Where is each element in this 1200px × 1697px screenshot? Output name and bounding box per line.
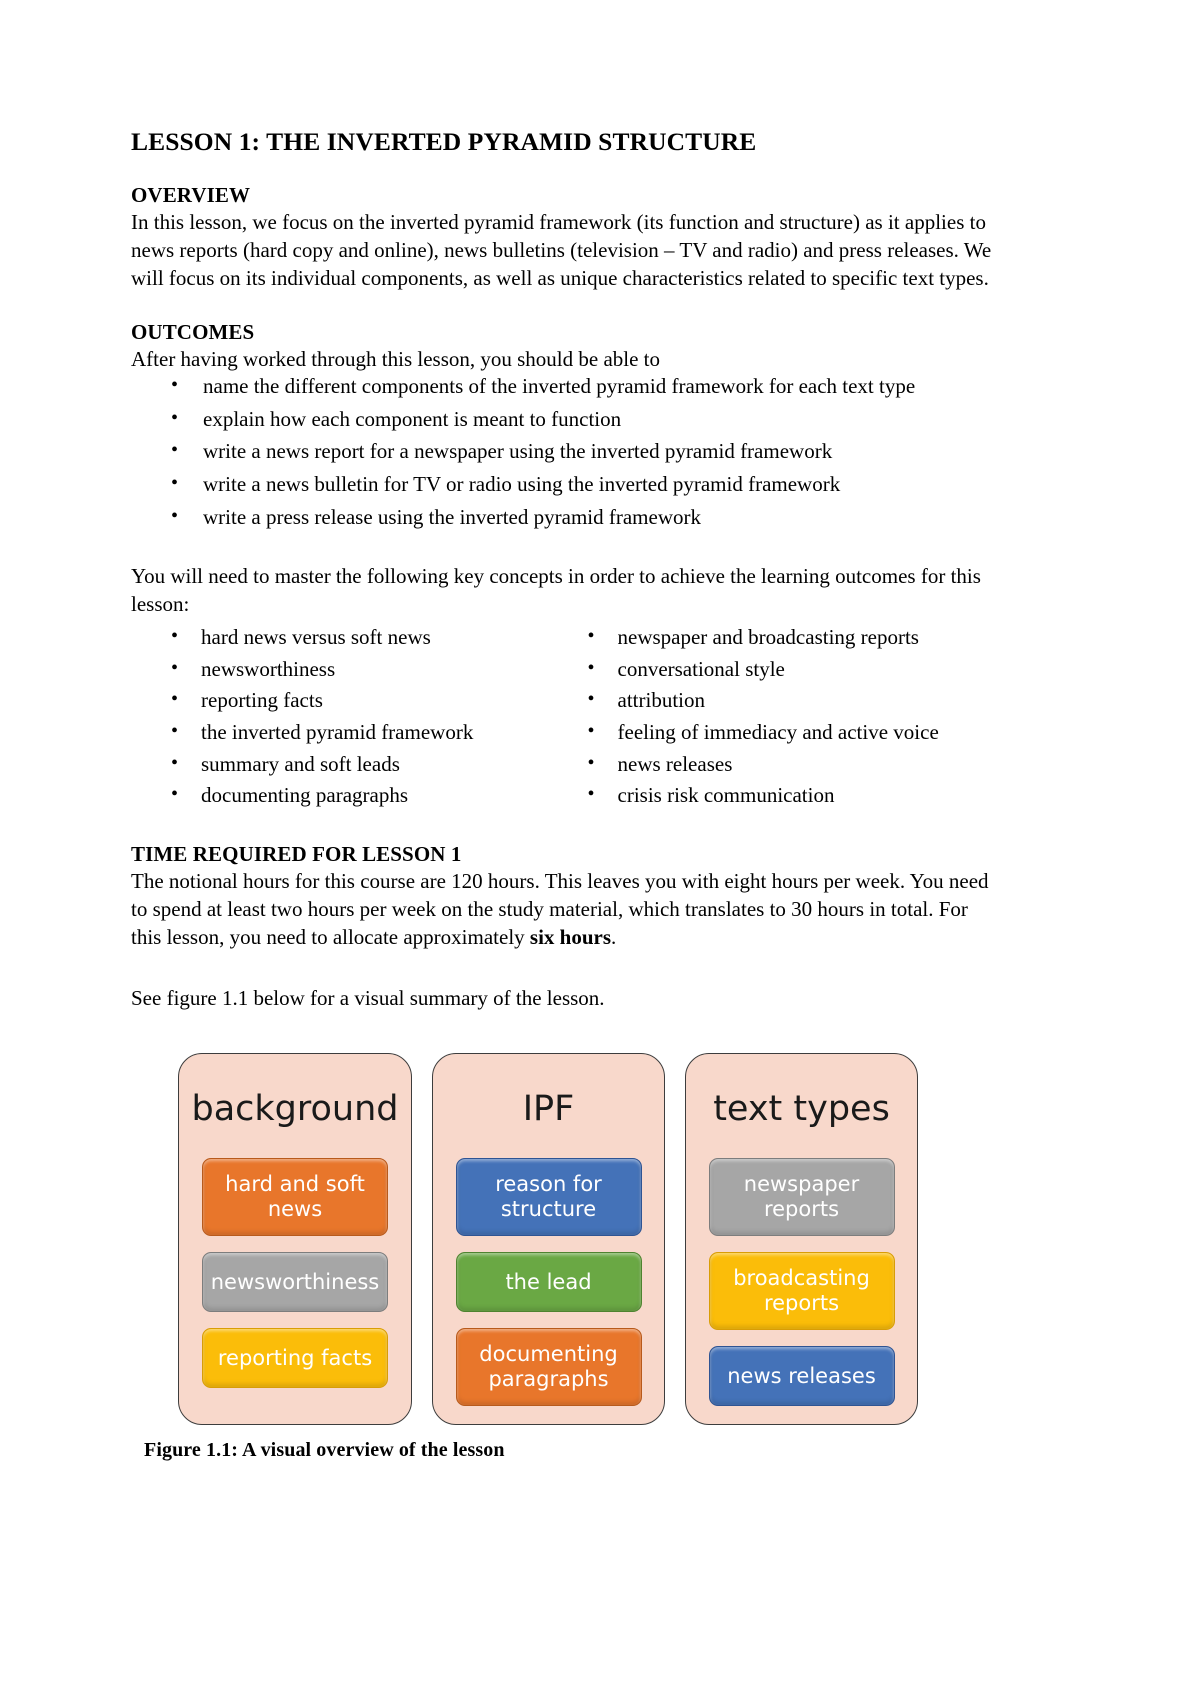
group-title: text types bbox=[713, 1088, 890, 1129]
page-title: LESSON 1: THE INVERTED PYRAMID STRUCTURE bbox=[131, 127, 757, 156]
list-item: write a press release using the inverted… bbox=[131, 504, 1000, 531]
outcomes-heading: OUTCOMES bbox=[131, 320, 255, 345]
list-item: the inverted pyramid framework bbox=[131, 719, 566, 746]
diagram-group-background: background hard and soft news newsworthi… bbox=[178, 1052, 412, 1426]
diagram-node-reporting-facts: reporting facts bbox=[202, 1328, 388, 1389]
key-concepts-intro: You will need to master the following ke… bbox=[131, 564, 981, 617]
list-item: summary and soft leads bbox=[131, 751, 566, 778]
diagram-node-reason-for-structure: reason for structure bbox=[455, 1158, 642, 1237]
outcomes-list: name the different components of the inv… bbox=[131, 373, 1000, 531]
figure-intro: See figure 1.1 below for a visual summar… bbox=[131, 985, 605, 1010]
list-item: attribution bbox=[566, 687, 1001, 714]
overview-heading: OVERVIEW bbox=[131, 183, 251, 208]
document-page: LESSON 1: THE INVERTED PYRAMID STRUCTURE… bbox=[0, 0, 1200, 1697]
key-concepts-right-list: newspaper and broadcasting reports conve… bbox=[566, 624, 1001, 809]
list-item: documenting paragraphs bbox=[131, 782, 566, 809]
group-title: IPF bbox=[522, 1088, 575, 1129]
list-item: explain how each component is meant to f… bbox=[131, 406, 1000, 433]
diagram-group-ipf: IPF reason for structure the lead docume… bbox=[432, 1052, 665, 1426]
list-item: write a news bulletin for TV or radio us… bbox=[131, 471, 1000, 498]
diagram-node-news-releases: news releases bbox=[708, 1346, 895, 1407]
list-item: news releases bbox=[566, 751, 1001, 778]
time-required-text-after: . bbox=[611, 924, 617, 949]
diagram-group-text-types: text types newspaper reports broadcastin… bbox=[685, 1052, 918, 1426]
time-required-heading: TIME REQUIRED FOR LESSON 1 bbox=[131, 841, 462, 866]
diagram-node-hard-and-soft-news: hard and soft news bbox=[202, 1158, 388, 1237]
outcomes-intro: After having worked through this lesson,… bbox=[131, 347, 660, 372]
list-item: newsworthiness bbox=[131, 656, 566, 683]
list-item: conversational style bbox=[566, 656, 1001, 683]
overview-paragraph: In this lesson, we focus on the inverted… bbox=[131, 210, 992, 291]
list-item: feeling of immediacy and active voice bbox=[566, 719, 1001, 746]
list-item: hard news versus soft news bbox=[131, 624, 566, 651]
list-item: write a news report for a newspaper usin… bbox=[131, 438, 1000, 465]
diagram-node-newspaper-reports: newspaper reports bbox=[708, 1158, 895, 1237]
group-title: background bbox=[191, 1088, 399, 1129]
diagram-node-broadcasting-reports: broadcasting reports bbox=[708, 1252, 895, 1331]
list-item: reporting facts bbox=[131, 687, 566, 714]
figure-caption: Figure 1.1: A visual overview of the les… bbox=[144, 1439, 505, 1462]
key-concepts-left-column: hard news versus soft news newsworthines… bbox=[131, 624, 566, 815]
diagram-node-documenting-paragraphs: documenting paragraphs bbox=[455, 1328, 642, 1407]
key-concepts-right-column: newspaper and broadcasting reports conve… bbox=[566, 624, 1001, 815]
list-item: name the different components of the inv… bbox=[131, 373, 1000, 400]
key-concepts-left-list: hard news versus soft news newsworthines… bbox=[131, 624, 566, 809]
time-required-paragraph: The notional hours for this course are 1… bbox=[131, 868, 1000, 952]
diagram-node-newsworthiness: newsworthiness bbox=[202, 1252, 388, 1313]
time-required-bold: six hours bbox=[529, 924, 612, 949]
list-item: newspaper and broadcasting reports bbox=[566, 624, 1001, 651]
diagram: background hard and soft news newsworthi… bbox=[178, 1052, 918, 1426]
figure-1-1: background hard and soft news newsworthi… bbox=[144, 1052, 1047, 1463]
list-item: crisis risk communication bbox=[566, 782, 1001, 809]
diagram-node-the-lead: the lead bbox=[455, 1252, 642, 1313]
key-concepts-columns: hard news versus soft news newsworthines… bbox=[131, 624, 1001, 815]
